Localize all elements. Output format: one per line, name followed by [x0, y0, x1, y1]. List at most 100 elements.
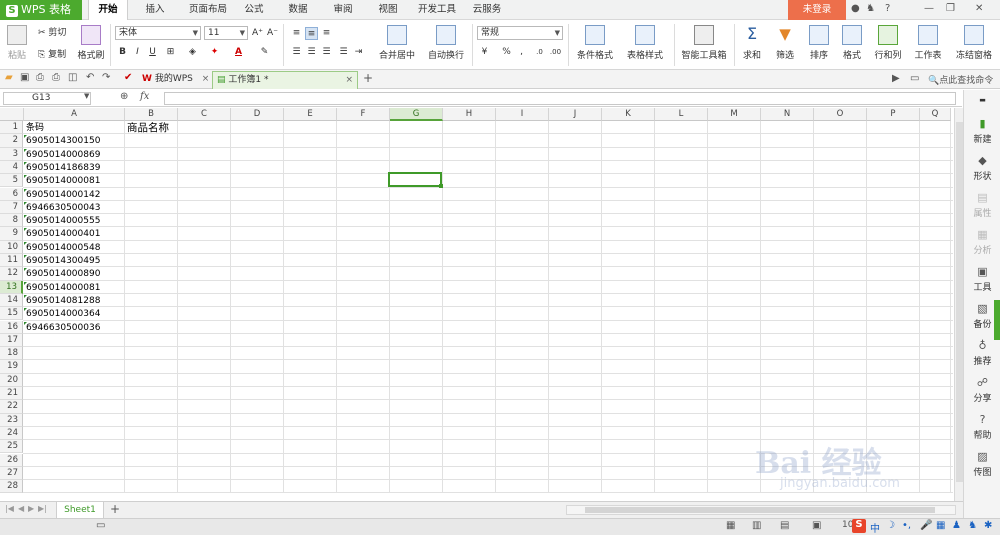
macro-icon[interactable]: ▭: [96, 520, 105, 531]
pane-share[interactable]: ☍ 分享: [964, 377, 1000, 405]
percent-button[interactable]: %: [500, 46, 513, 59]
ime-mode-icon[interactable]: 中: [870, 520, 880, 535]
cell-A8[interactable]: 6905014000555: [24, 215, 100, 228]
wrap-text-button[interactable]: 自动换行: [426, 25, 466, 61]
export-icon[interactable]: ⎙: [36, 72, 44, 83]
pane-recommend[interactable]: ♁ 推荐: [964, 340, 1000, 368]
column-header-P[interactable]: P: [867, 108, 920, 121]
row-header-26[interactable]: 26: [0, 453, 23, 467]
freeze-panes-button[interactable]: 冻结窗格: [952, 25, 996, 61]
row-header-19[interactable]: 19: [0, 360, 23, 374]
italic-button[interactable]: I: [131, 46, 144, 59]
align-center-icon[interactable]: ☰: [305, 46, 318, 59]
table-style-button[interactable]: 表格样式: [622, 25, 668, 61]
mic-icon[interactable]: 🎤: [920, 520, 932, 531]
horizontal-scroll-thumb[interactable]: [585, 507, 935, 513]
sum-button[interactable]: Σ 求和: [738, 25, 766, 62]
row-header-13[interactable]: 13: [0, 280, 23, 294]
tab-cloud[interactable]: 云服务: [466, 0, 508, 20]
skin-icon[interactable]: ♟: [952, 520, 961, 531]
cell-A14[interactable]: 6905014081288: [24, 294, 100, 308]
align-bottom-icon[interactable]: ≡: [320, 27, 333, 40]
row-header-11[interactable]: 11: [0, 254, 23, 268]
preview-icon[interactable]: ◫: [68, 72, 77, 83]
row-header-12[interactable]: 12: [0, 267, 23, 281]
row-header-25[interactable]: 25: [0, 440, 23, 454]
row-header-21[interactable]: 21: [0, 387, 23, 401]
cell-A16[interactable]: 6946630500036: [24, 321, 100, 335]
close-tab-icon[interactable]: ×: [202, 74, 210, 84]
fill-color-icon[interactable]: ◈: [186, 46, 199, 59]
column-header-I[interactable]: I: [496, 108, 549, 121]
column-header-O[interactable]: O: [814, 108, 867, 121]
row-header-1[interactable]: 1: [0, 121, 23, 135]
bold-button[interactable]: B: [116, 46, 129, 59]
row-header-4[interactable]: 4: [0, 160, 23, 175]
pane-collapse-icon[interactable]: ▬: [964, 96, 1000, 104]
last-sheet-icon[interactable]: ▶|: [38, 504, 47, 513]
feedback-icon[interactable]: ▭: [910, 73, 919, 84]
fill-handle[interactable]: [439, 184, 443, 188]
shirt-icon[interactable]: ♞: [866, 3, 875, 14]
add-sheet-button[interactable]: +: [110, 502, 120, 516]
print-icon[interactable]: ⎙: [52, 72, 60, 83]
tools-icon[interactable]: ✱: [984, 520, 992, 531]
pane-shape[interactable]: ◆ 形状: [964, 155, 1000, 183]
row-header-10[interactable]: 10: [0, 240, 23, 254]
sheet-tab-sheet1[interactable]: Sheet1: [56, 502, 104, 519]
row-header-14[interactable]: 14: [0, 293, 23, 308]
save-icon[interactable]: ▣: [20, 72, 29, 83]
column-header-J[interactable]: J: [549, 108, 602, 121]
underline-button[interactable]: U: [146, 46, 159, 59]
row-header-20[interactable]: 20: [0, 373, 23, 387]
help-icon[interactable]: ?: [885, 3, 890, 14]
cell-A9[interactable]: 6905014000401: [24, 228, 100, 241]
justify-icon[interactable]: ☰: [337, 46, 350, 59]
skin-icon[interactable]: ●: [851, 3, 860, 14]
tab-developer[interactable]: 开发工具: [414, 0, 460, 20]
cell-B1[interactable]: 商品名称: [125, 122, 169, 135]
sort-button[interactable]: 排序: [804, 25, 834, 61]
pane-upload-image[interactable]: ▨ 传图: [964, 451, 1000, 479]
tab-page-layout[interactable]: 页面布局: [180, 0, 236, 20]
sogou-ime-icon[interactable]: S: [852, 519, 866, 533]
prev-sheet-icon[interactable]: ◀: [18, 504, 24, 513]
row-header-27[interactable]: 27: [0, 466, 23, 481]
column-header-F[interactable]: F: [337, 108, 390, 121]
format-button[interactable]: 格式: [838, 25, 866, 61]
restore-icon[interactable]: ❐: [946, 3, 955, 14]
column-header-H[interactable]: H: [443, 108, 496, 121]
tab-view[interactable]: 视图: [370, 0, 406, 20]
merge-center-button[interactable]: 合并居中: [374, 25, 420, 61]
reading-mode-icon[interactable]: ▣: [812, 520, 821, 531]
row-header-17[interactable]: 17: [0, 333, 23, 348]
increase-font-icon[interactable]: A⁺: [251, 27, 264, 40]
row-header-3[interactable]: 3: [0, 147, 23, 161]
redo-icon[interactable]: ↷: [102, 72, 110, 83]
cell-A13[interactable]: 6905014000081: [24, 281, 100, 295]
active-cell-selection[interactable]: [388, 172, 443, 188]
worksheet-button[interactable]: 工作表: [910, 25, 946, 61]
close-icon[interactable]: ✕: [975, 3, 983, 14]
cell-A11[interactable]: 6905014300495: [24, 255, 100, 268]
punctuation-icon[interactable]: •,: [902, 520, 911, 531]
cell-A7[interactable]: 6946630500043: [24, 201, 100, 215]
tab-data[interactable]: 数据: [280, 0, 316, 20]
increase-decimal-icon[interactable]: .0: [533, 46, 546, 59]
select-all-corner[interactable]: [0, 108, 24, 121]
column-header-G[interactable]: G: [390, 108, 443, 121]
column-header-C[interactable]: C: [178, 108, 231, 121]
pane-tools[interactable]: ▣ 工具: [964, 266, 1000, 294]
moon-icon[interactable]: ☽: [886, 520, 895, 531]
clear-format-icon[interactable]: ✎: [258, 46, 271, 59]
column-header-D[interactable]: D: [231, 108, 284, 121]
column-header-M[interactable]: M: [708, 108, 761, 121]
row-header-18[interactable]: 18: [0, 347, 23, 361]
pane-analysis[interactable]: ▦ 分析: [964, 229, 1000, 257]
page-break-view-icon[interactable]: ▥: [752, 520, 761, 531]
paste-button[interactable]: 粘贴: [4, 25, 30, 61]
column-header-N[interactable]: N: [761, 108, 814, 121]
font-size-select[interactable]: 11 ▼: [204, 26, 248, 40]
column-header-A[interactable]: A: [24, 108, 125, 121]
pin-icon[interactable]: ✔: [124, 72, 132, 83]
